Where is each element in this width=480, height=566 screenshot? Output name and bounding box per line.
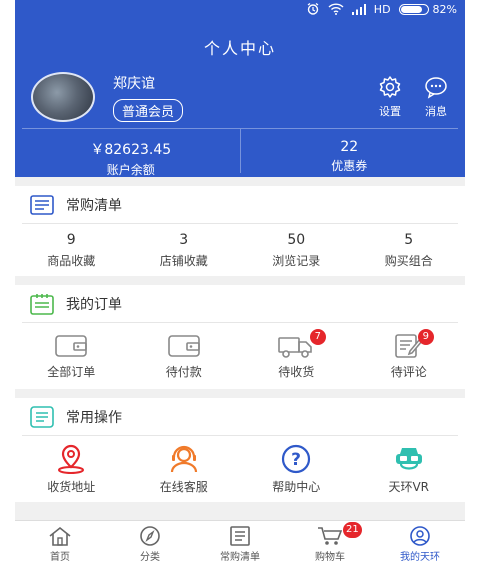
shipping-address[interactable]: 收货地址 bbox=[15, 444, 128, 495]
home-icon bbox=[49, 526, 71, 546]
svg-text:?: ? bbox=[291, 450, 301, 470]
purchase-combos-count: 5 bbox=[404, 231, 414, 248]
coupon-value: 22 bbox=[340, 139, 359, 155]
operations-title: 常用操作 bbox=[66, 409, 122, 426]
tab-cart-label: 购物车 bbox=[315, 552, 345, 563]
operations-header[interactable]: 常用操作 bbox=[22, 398, 458, 436]
list-icon bbox=[30, 194, 54, 215]
balance-value: ￥82623.45 bbox=[90, 142, 172, 158]
tianhuan-vr[interactable]: 天环VR bbox=[353, 444, 466, 495]
purchase-combos-label: 购买组合 bbox=[384, 253, 433, 268]
wallet-icon bbox=[55, 334, 88, 357]
pending-payment[interactable]: 待付款 bbox=[128, 333, 241, 380]
orders-section: 我的订单 全部订单 待付款 7 待收货 9 待评论 bbox=[15, 285, 465, 389]
tianhuan-vr-label: 天环VR bbox=[388, 479, 430, 494]
alarm-icon bbox=[307, 2, 319, 15]
coupon-label: 优惠券 bbox=[331, 159, 368, 173]
battery-percent: 82% bbox=[432, 2, 457, 16]
help-center[interactable]: ? 帮助中心 bbox=[240, 444, 353, 495]
messages-button[interactable]: 消息 bbox=[419, 75, 453, 119]
online-support[interactable]: 在线客服 bbox=[128, 444, 241, 495]
favorite-shops[interactable]: 3 店铺收藏 bbox=[128, 232, 241, 269]
help-center-label: 帮助中心 bbox=[272, 479, 321, 494]
bottom-tab-bar: 首页 分类 常购清单 21 购物车 我的天环 bbox=[15, 520, 465, 566]
user-icon bbox=[410, 526, 430, 546]
pending-review-badge: 9 bbox=[417, 328, 434, 345]
signal-icon bbox=[351, 3, 366, 15]
tab-category[interactable]: 分类 bbox=[105, 521, 195, 566]
orders-title: 我的订单 bbox=[66, 296, 122, 313]
network-type: HD bbox=[373, 2, 391, 16]
user-name: 郑庆谊 bbox=[113, 75, 155, 92]
tab-home-label: 首页 bbox=[50, 552, 70, 563]
frequent-header[interactable]: 常购清单 bbox=[22, 186, 458, 224]
battery: 82% bbox=[398, 2, 457, 16]
tab-home[interactable]: 首页 bbox=[15, 521, 105, 566]
order-items: 全部订单 待付款 7 待收货 9 待评论 bbox=[15, 323, 465, 389]
compass-icon bbox=[140, 526, 160, 546]
settings-label: 设置 bbox=[379, 105, 401, 118]
help-icon: ? bbox=[282, 444, 311, 473]
operations-icon bbox=[30, 405, 54, 428]
balance-stat[interactable]: ￥82623.45 账户余额 bbox=[22, 129, 240, 177]
operations-section: 常用操作 收货地址 在线客服 ? 帮助中心 天环VR bbox=[15, 398, 465, 502]
tab-frequent-list[interactable]: 常购清单 bbox=[195, 521, 285, 566]
coupon-stat[interactable]: 22 优惠券 bbox=[239, 129, 459, 173]
message-icon bbox=[425, 77, 447, 99]
pending-payment-label: 待付款 bbox=[165, 364, 202, 379]
favorite-shops-label: 店铺收藏 bbox=[159, 253, 208, 268]
vr-headset-icon bbox=[395, 447, 422, 470]
user-info: 郑庆谊 普通会员 bbox=[113, 73, 184, 122]
page-title: 个人中心 bbox=[203, 39, 276, 58]
shipping-address-label: 收货地址 bbox=[47, 479, 96, 494]
browse-history-count: 50 bbox=[287, 231, 306, 248]
pending-receipt[interactable]: 7 待收货 bbox=[240, 328, 353, 380]
account-stats: ￥82623.45 账户余额 22 优惠券 bbox=[22, 128, 459, 177]
frequent-items: 9 商品收藏 3 店铺收藏 50 浏览记录 5 购买组合 bbox=[15, 224, 465, 276]
list-icon bbox=[230, 526, 250, 546]
favorite-products-count: 9 bbox=[66, 231, 76, 248]
orders-header[interactable]: 我的订单 bbox=[22, 285, 458, 323]
favorite-products-label: 商品收藏 bbox=[47, 253, 96, 268]
favorite-shops-count: 3 bbox=[179, 231, 189, 248]
profile-row: 郑庆谊 普通会员 设置 消息 bbox=[31, 72, 453, 122]
tab-frequent-list-label: 常购清单 bbox=[220, 552, 260, 563]
member-level-badge: 普通会员 bbox=[113, 98, 184, 122]
frequent-section: 常购清单 9 商品收藏 3 店铺收藏 50 浏览记录 5 购买组合 bbox=[15, 186, 465, 276]
battery-icon bbox=[398, 3, 429, 15]
gear-icon bbox=[379, 76, 401, 98]
pending-review-label: 待评论 bbox=[390, 364, 427, 379]
pending-receipt-label: 待收货 bbox=[278, 364, 315, 379]
pending-review[interactable]: 9 待评论 bbox=[353, 328, 466, 380]
browse-history[interactable]: 50 浏览记录 bbox=[240, 232, 353, 269]
header-actions: 设置 消息 bbox=[373, 75, 453, 119]
order-list-icon bbox=[30, 293, 54, 315]
wifi-icon bbox=[328, 3, 344, 15]
online-support-label: 在线客服 bbox=[159, 479, 208, 494]
wallet-icon bbox=[167, 334, 200, 357]
frequent-title: 常购清单 bbox=[66, 197, 122, 214]
all-orders[interactable]: 全部订单 bbox=[15, 333, 128, 380]
profile-header: HD 82% 个人中心 郑庆谊 普通会员 设置 消息 ￥82623.45 账户余… bbox=[15, 0, 465, 177]
settings-button[interactable]: 设置 bbox=[373, 75, 407, 119]
tab-category-label: 分类 bbox=[140, 552, 160, 563]
phone-screen: HD 82% 个人中心 郑庆谊 普通会员 设置 消息 ￥82623.45 账户余… bbox=[15, 0, 465, 566]
favorite-products[interactable]: 9 商品收藏 bbox=[15, 232, 128, 269]
messages-label: 消息 bbox=[425, 105, 447, 118]
status-bar: HD 82% bbox=[15, 0, 465, 18]
tab-my-tianhuan[interactable]: 我的天环 bbox=[375, 521, 465, 566]
purchase-combos[interactable]: 5 购买组合 bbox=[353, 232, 466, 269]
balance-label: 账户余额 bbox=[106, 163, 155, 177]
pending-receipt-badge: 7 bbox=[309, 328, 326, 345]
location-pin-icon bbox=[58, 444, 85, 474]
operation-items: 收货地址 在线客服 ? 帮助中心 天环VR bbox=[15, 436, 465, 502]
all-orders-label: 全部订单 bbox=[47, 364, 96, 379]
tab-my-tianhuan-label: 我的天环 bbox=[400, 552, 440, 563]
headset-icon bbox=[170, 445, 197, 472]
avatar[interactable] bbox=[31, 72, 95, 122]
cart-badge: 21 bbox=[343, 522, 362, 538]
cart-icon bbox=[318, 527, 343, 545]
tab-cart[interactable]: 21 购物车 bbox=[285, 521, 375, 566]
browse-history-label: 浏览记录 bbox=[272, 253, 321, 268]
